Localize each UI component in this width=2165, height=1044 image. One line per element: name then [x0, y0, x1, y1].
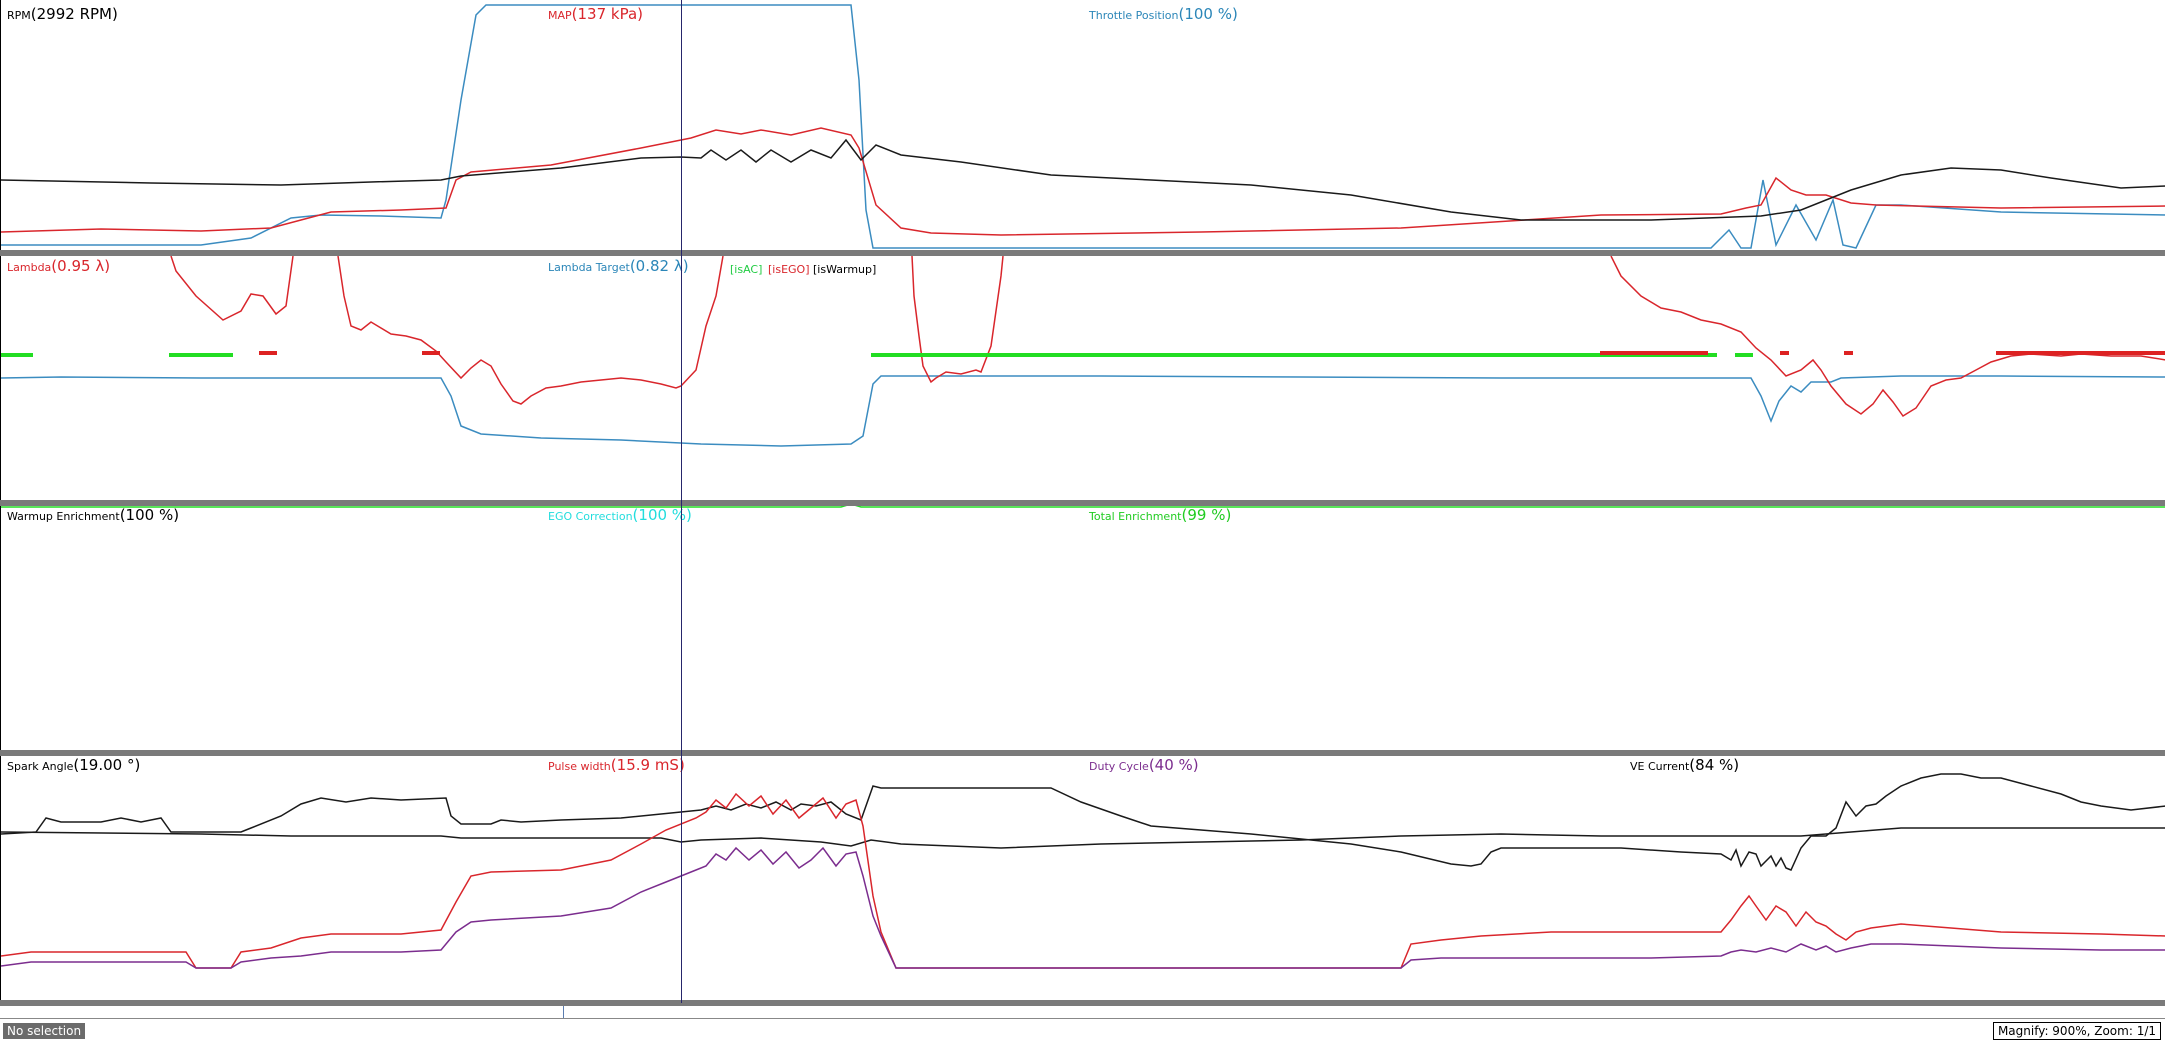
enrichment-graph — [1, 506, 2165, 508]
label-ego-correction: EGO Correction(100 %) — [548, 506, 692, 524]
ve-current-line — [1, 827, 2165, 849]
panel-divider[interactable] — [0, 1000, 2165, 1006]
isego-bar — [1600, 351, 1708, 355]
lambda-graph — [1, 256, 2165, 447]
isac-bar — [169, 353, 233, 357]
duty-cycle-line — [1, 846, 2165, 969]
scroll-position-tick[interactable] — [563, 1006, 564, 1018]
rpm-line — [1, 138, 2165, 221]
panel-lambda[interactable]: Lambda(0.95 λ) Lambda Target(0.82 λ) [is… — [0, 256, 2165, 500]
engine-graph — [1, 4, 2165, 249]
label-total-enrichment: Total Enrichment(99 %) — [1089, 506, 1232, 524]
lambda-line — [170, 256, 2165, 418]
flag-bars — [1, 351, 2165, 357]
ignition-graph — [1, 773, 2165, 969]
isego-bar — [1780, 351, 1789, 355]
panel-engine[interactable]: RPM(2992 RPM) MAP(137 kPa) Throttle Posi… — [0, 0, 2165, 250]
isego-bar — [1996, 351, 2165, 355]
isego-bar — [259, 351, 277, 355]
spark-angle-line — [1, 773, 2165, 871]
time-cursor[interactable] — [681, 0, 682, 1003]
panel-ignition[interactable]: Spark Angle(19.00 °) Pulse width(15.9 mS… — [0, 756, 2165, 1000]
isac-bar — [1735, 353, 1753, 357]
isego-bar — [422, 351, 440, 355]
map-line — [1, 127, 2165, 236]
isac-bar — [1, 353, 33, 357]
throttle-line — [1, 4, 2165, 249]
total-enrichment-line — [1, 506, 2165, 508]
selection-status: No selection — [3, 1023, 86, 1039]
zoom-status: Magnify: 900%, Zoom: 1/1 — [1992, 1022, 2161, 1040]
panel-enrichment[interactable]: Warmup Enrichment(100 %) EGO Correction(… — [0, 506, 2165, 750]
isego-bar — [1844, 351, 1853, 355]
label-warmup-enrichment: Warmup Enrichment(100 %) — [7, 506, 180, 524]
pulse-width-line — [1, 792, 2165, 969]
status-bar — [0, 1018, 2165, 1044]
lambda-target-line — [1, 375, 2165, 447]
isac-bar — [871, 353, 1717, 357]
